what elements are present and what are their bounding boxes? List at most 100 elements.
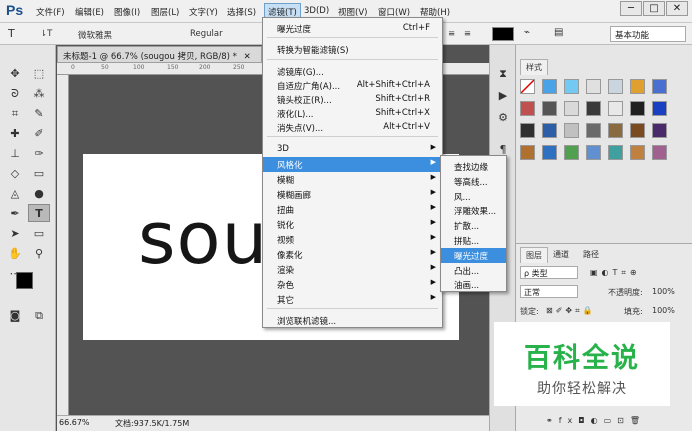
filter-menu-item[interactable]: 3D ▶ — [263, 142, 442, 157]
style-swatch[interactable] — [608, 123, 623, 138]
style-swatch[interactable] — [652, 101, 667, 116]
menu-3d[interactable]: 3D(D) — [304, 6, 329, 16]
filter-menu-item[interactable]: 滤镜库(G)... — [263, 64, 442, 79]
style-swatch[interactable] — [520, 123, 535, 138]
tab-channels[interactable]: 通道 — [548, 247, 574, 262]
maximize-button[interactable]: □ — [643, 1, 665, 16]
move-tool-icon[interactable]: ✥ — [4, 65, 26, 83]
layer-filter-icons[interactable]: ▣◐T⌗⊕ — [590, 268, 641, 278]
style-swatch[interactable] — [542, 123, 557, 138]
menu-select[interactable]: 选择(S) — [227, 6, 256, 18]
filter-menu-item[interactable]: 视频 ▶ — [263, 232, 442, 247]
style-swatch[interactable] — [586, 123, 601, 138]
style-swatch[interactable] — [630, 101, 645, 116]
opacity-value[interactable]: 100% — [652, 287, 675, 296]
stylize-submenu-item[interactable]: 扩散... — [441, 218, 506, 233]
gradient-tool-icon[interactable]: ▭ — [28, 165, 50, 183]
lasso-tool-icon[interactable]: ᘐ — [4, 85, 26, 103]
shape-tool-icon[interactable]: ▭ — [28, 225, 50, 243]
style-swatch[interactable] — [652, 79, 667, 94]
document-tab[interactable]: 未标题-1 @ 66.7% (sougou 拷贝, RGB/8) * ✕ — [57, 46, 262, 63]
quick-mask-icon[interactable]: ◙ — [4, 307, 26, 325]
style-swatch[interactable] — [608, 145, 623, 160]
filter-menu-item[interactable]: 镜头校正(R)... Shift+Ctrl+R — [263, 92, 442, 107]
style-swatch[interactable] — [542, 79, 557, 94]
menu-image[interactable]: 图像(I) — [114, 6, 140, 18]
menu-edit[interactable]: 编辑(E) — [75, 6, 104, 18]
fill-value[interactable]: 100% — [652, 306, 675, 315]
blend-mode-select[interactable]: 正常 — [520, 285, 578, 298]
filter-menu-item[interactable]: 杂色 ▶ — [263, 277, 442, 292]
type-tool-icon[interactable]: T — [8, 27, 15, 40]
marquee-tool-icon[interactable]: ⬚ — [28, 65, 50, 83]
clone-stamp-icon[interactable]: ⊥ — [4, 145, 26, 163]
menu-type[interactable]: 文字(Y) — [189, 6, 218, 18]
style-swatch[interactable] — [564, 79, 579, 94]
eraser-tool-icon[interactable]: ◇ — [4, 165, 26, 183]
filter-menu-item[interactable]: 风格化 ▶ — [263, 157, 442, 172]
layer-footer-icons[interactable]: ⚭fx◘◐▭⊡🗑 — [546, 416, 646, 425]
foreground-color-swatch[interactable] — [16, 272, 33, 289]
brush-tool-icon[interactable]: ✐ — [28, 125, 50, 143]
align-buttons-icon[interactable]: ≡ ≡ — [448, 29, 474, 39]
stylize-submenu-item[interactable]: 曝光过度 — [441, 247, 506, 263]
filter-menu-item[interactable]: 浏览联机滤镜... — [263, 313, 442, 328]
tab-styles[interactable]: 样式 — [520, 59, 548, 75]
properties-panel-icon[interactable]: ⚙ — [494, 111, 512, 127]
warp-text-icon[interactable]: ⌁ — [524, 27, 530, 38]
filter-menu-item[interactable]: 曝光过度 Ctrl+F — [263, 21, 442, 36]
crop-tool-icon[interactable]: ⌗ — [4, 105, 26, 123]
style-swatch[interactable] — [630, 145, 645, 160]
font-family-select[interactable]: 微软雅黑 — [78, 29, 112, 41]
workspace-select[interactable]: 基本功能 — [610, 26, 686, 42]
filter-menu-item[interactable]: 扭曲 ▶ — [263, 202, 442, 217]
stylize-submenu-item[interactable]: 查找边缘 — [441, 159, 506, 174]
style-swatch[interactable] — [542, 145, 557, 160]
character-panel-icon[interactable]: ▤ — [554, 27, 563, 38]
stylize-submenu-item[interactable]: 风... — [441, 189, 506, 204]
close-tab-icon[interactable]: ✕ — [244, 52, 251, 62]
stylize-submenu-item[interactable]: 等高线... — [441, 174, 506, 189]
stylize-submenu-item[interactable]: 拼贴... — [441, 233, 506, 248]
menu-file[interactable]: 文件(F) — [36, 6, 65, 18]
close-button[interactable]: ✕ — [666, 1, 688, 16]
style-swatch[interactable] — [520, 101, 535, 116]
style-swatch[interactable] — [630, 79, 645, 94]
style-swatch[interactable] — [586, 101, 601, 116]
filter-menu-item[interactable]: 液化(L)... Shift+Ctrl+X — [263, 106, 442, 121]
filter-menu-item[interactable]: 模糊 ▶ — [263, 172, 442, 187]
style-swatch[interactable] — [652, 123, 667, 138]
minimize-button[interactable]: ─ — [620, 1, 642, 16]
filter-menu-item[interactable]: 消失点(V)... Alt+Ctrl+V — [263, 120, 442, 135]
path-selection-icon[interactable]: ➤ — [4, 225, 26, 243]
style-swatch[interactable] — [630, 123, 645, 138]
filter-menu-item[interactable]: 其它 ▶ — [263, 292, 442, 307]
filter-menu-item[interactable]: 锐化 ▶ — [263, 217, 442, 232]
style-swatch[interactable] — [564, 123, 579, 138]
tab-layers[interactable]: 图层 — [520, 247, 548, 263]
font-style-select[interactable]: Regular — [190, 29, 223, 39]
stylize-submenu-item[interactable]: 油画... — [441, 277, 506, 292]
history-brush-icon[interactable]: ✑ — [28, 145, 50, 163]
tab-paths[interactable]: 路径 — [578, 247, 604, 262]
filter-menu-item[interactable]: 像素化 ▶ — [263, 247, 442, 262]
history-panel-icon[interactable]: ⧗ — [494, 67, 512, 83]
magic-wand-icon[interactable]: ⁂ — [28, 85, 50, 103]
filter-menu-item[interactable]: 模糊画廊 ▶ — [263, 187, 442, 202]
eyedropper-tool-icon[interactable]: ✎ — [28, 105, 50, 123]
style-swatch[interactable] — [586, 145, 601, 160]
zoom-level[interactable]: 66.67% — [59, 418, 90, 427]
hand-tool-icon[interactable]: ✋ — [4, 245, 26, 263]
text-orientation-icon[interactable]: ⇂T — [40, 29, 52, 39]
style-swatch[interactable] — [564, 145, 579, 160]
filter-menu-item[interactable]: 渲染 ▶ — [263, 262, 442, 277]
filter-menu-item[interactable]: 转换为智能滤镜(S) — [263, 42, 442, 57]
text-color-swatch[interactable] — [492, 27, 514, 41]
type-tool-button[interactable]: T — [28, 204, 50, 222]
screen-mode-icon[interactable]: ⧉ — [28, 307, 50, 325]
blur-tool-icon[interactable]: ◬ — [4, 185, 26, 203]
healing-brush-icon[interactable]: ✚ — [4, 125, 26, 143]
style-swatch[interactable] — [608, 101, 623, 116]
pen-tool-icon[interactable]: ✒ — [4, 205, 26, 223]
style-swatch[interactable] — [542, 101, 557, 116]
